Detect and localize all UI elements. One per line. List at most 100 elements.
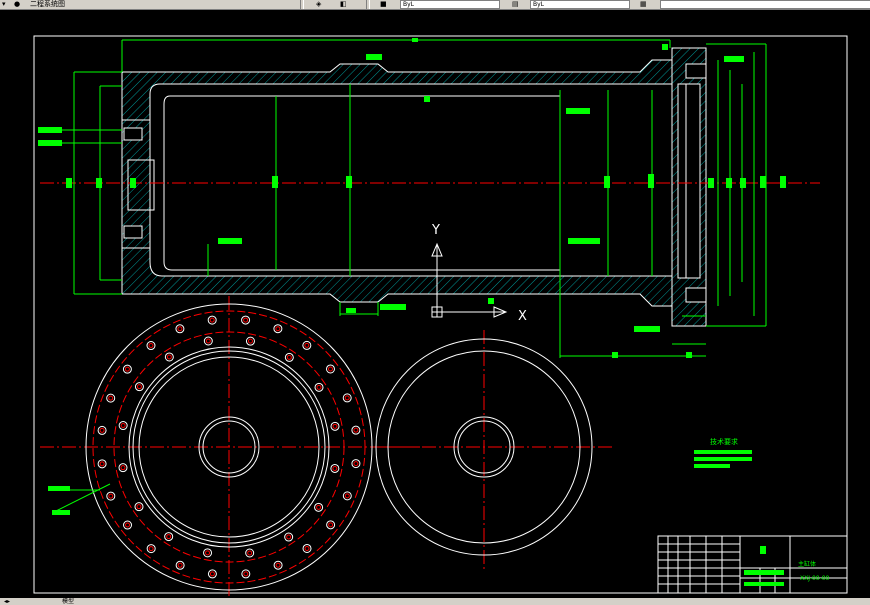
bolt-hole (245, 336, 255, 346)
bolt-hole-center (125, 522, 131, 528)
bolt-hole-center (304, 545, 310, 551)
plotstyle-icon[interactable]: ▦ (640, 0, 647, 8)
bolt-hole (314, 382, 324, 392)
title-block-number: XXJ-00-00 (800, 575, 830, 582)
bottom-wall (121, 247, 673, 307)
bolt-hole (273, 324, 283, 334)
toolbar-icon-color[interactable]: ● (14, 0, 20, 8)
bolt-hole-top (685, 63, 707, 79)
bolt-hole-center (332, 465, 338, 471)
bolt-hole (330, 463, 340, 473)
flange-end-view (40, 296, 420, 596)
section-view: Y X (38, 38, 820, 358)
ucs-icon: Y X (431, 223, 527, 324)
tech-req-title: 技术要求 (710, 437, 738, 446)
bolt-hole-center (108, 395, 114, 401)
bolt-hole (326, 520, 336, 530)
bolt-hole-center (275, 562, 281, 568)
bolt-hole (273, 560, 283, 570)
layout-tab-model[interactable]: 模型 (62, 598, 74, 605)
bolt-hole (207, 569, 217, 579)
bolt-hole (314, 502, 324, 512)
drawing-canvas[interactable]: Y X 技术要求 主缸体 XXJ-00-00 (0, 10, 870, 600)
lineweight-icon[interactable]: ▤ (512, 0, 519, 8)
title-block-name: 主缸体 (798, 560, 816, 568)
lineweight-combo[interactable]: ByL (530, 0, 630, 9)
bolt-hole-center (148, 343, 154, 349)
cad-drawing: Y X 技术要求 主缸体 XXJ-00-00 (33, 35, 848, 596)
bolt-hole (241, 569, 251, 579)
bolt-hole (207, 315, 217, 325)
bolt-hole (203, 336, 213, 346)
bolt-hole (241, 315, 251, 325)
bolt-hole-center (344, 395, 350, 401)
bolt-hole (106, 491, 116, 501)
layer-state-icon[interactable]: ◧ (340, 0, 347, 8)
bolt-hole-center (286, 354, 292, 360)
layer-name-label[interactable]: 二程系统图 (30, 0, 65, 8)
bolt-hole (175, 324, 185, 334)
bolt-hole-center (124, 366, 130, 372)
bolt-hole (203, 548, 213, 558)
bolt-hole-center (99, 461, 105, 467)
bolt-hole-center (332, 423, 338, 429)
flange-bore (677, 83, 701, 279)
bolt-hole-center (353, 427, 359, 433)
bolt-hole (118, 421, 128, 431)
bolt-hole (106, 393, 116, 403)
bolt-hole (342, 393, 352, 403)
bolt-hole-center (99, 427, 105, 433)
bolt-hole-center (205, 338, 211, 344)
bolt-hole-center (136, 384, 142, 390)
bolt-hole-center (108, 493, 114, 499)
bolt-hole (118, 463, 128, 473)
bolt-hole-bottom (685, 287, 707, 303)
bolt-hole-center (243, 571, 249, 577)
bolt-hole-center (120, 423, 126, 429)
bolt-hole-center (344, 493, 350, 499)
bolt-hole-center (120, 465, 126, 471)
toolbar-separator (300, 0, 304, 9)
plotstyle-combo[interactable] (660, 0, 870, 9)
bolt-hole (134, 382, 144, 392)
bolt-hole-center (205, 550, 211, 556)
bolt-hole (146, 341, 156, 351)
bolt-hole (164, 532, 174, 542)
port-bottom (123, 225, 143, 239)
linetype-combo[interactable]: ByL (400, 0, 500, 9)
bolt-hole (134, 502, 144, 512)
nav-arrows[interactable]: ◂▸ (4, 598, 10, 605)
bolt-hole (146, 544, 156, 554)
bolt-hole (175, 560, 185, 570)
bolt-hole-center (247, 550, 253, 556)
bolt-hole (351, 459, 361, 469)
toolbar-icon-arrow[interactable]: ▾ (2, 0, 6, 8)
bolt-hole-center (177, 562, 183, 568)
port-top (123, 127, 143, 141)
bolt-hole-center (209, 571, 215, 577)
bolt-hole (284, 532, 294, 542)
bolt-hole (284, 352, 294, 362)
bolt-hole (164, 352, 174, 362)
color-icon[interactable]: ■ (380, 0, 387, 8)
statusbar: ◂▸ 模型 (0, 598, 870, 605)
bolt-hole-center (328, 522, 334, 528)
bolt-hole (245, 548, 255, 558)
bolt-hole-center (148, 546, 154, 552)
end-view (375, 330, 614, 570)
bolt-hole (330, 421, 340, 431)
toolbar-separator (366, 0, 370, 9)
bolt-hole-center (316, 384, 322, 390)
bolt-hole (123, 520, 133, 530)
layer-icon[interactable]: ◈ (316, 0, 321, 8)
bolt-hole-center (327, 366, 333, 372)
bolt-hole-center (275, 326, 281, 332)
bolt-hole-center (209, 317, 215, 323)
bolt-hole (342, 491, 352, 501)
ucs-y-label: Y (431, 223, 440, 238)
tech-requirements: 技术要求 (694, 437, 752, 468)
bolt-hole-center (166, 354, 172, 360)
bolt-hole-center (136, 504, 142, 510)
toolbar: ▾ ● 二程系统图 ◈ ◧ ■ ByL ▤ ByL ▦ (0, 0, 870, 10)
bolt-hole (97, 459, 107, 469)
